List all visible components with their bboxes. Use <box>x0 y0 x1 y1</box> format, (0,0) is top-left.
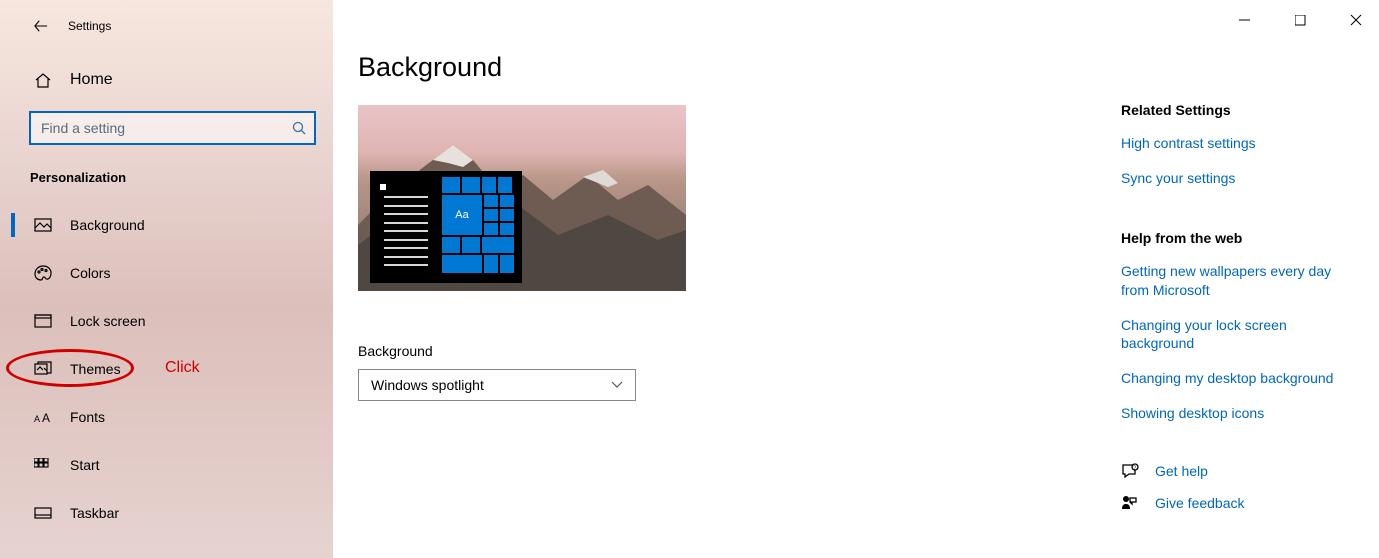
sidebar-item-taskbar[interactable]: Taskbar <box>0 489 333 537</box>
main-content: Background A <box>333 0 1379 558</box>
background-preview: Aa <box>358 105 686 291</box>
preview-tile-aa: Aa <box>442 195 482 235</box>
close-button[interactable] <box>1339 8 1373 32</box>
sidebar-nav: Background Colors Lock screen Themes <box>0 201 333 537</box>
home-label: Home <box>70 71 113 89</box>
lockscreen-icon <box>34 314 52 328</box>
nav-label: Themes <box>70 361 121 377</box>
sidebar-item-fonts[interactable]: AA Fonts <box>0 393 333 441</box>
related-heading: Related Settings <box>1121 102 1351 118</box>
link-give-feedback[interactable]: Give feedback <box>1155 495 1245 511</box>
sidebar-item-colors[interactable]: Colors <box>0 249 333 297</box>
svg-text:?: ? <box>1133 466 1136 472</box>
background-dropdown[interactable]: Windows spotlight <box>358 369 636 401</box>
svg-text:A: A <box>42 411 50 424</box>
link-lockscreen-bg[interactable]: Changing your lock screen background <box>1121 316 1351 354</box>
chevron-down-icon <box>611 381 623 389</box>
palette-icon <box>34 265 52 281</box>
right-panel: Related Settings High contrast settings … <box>1121 102 1351 511</box>
home-icon <box>34 72 52 88</box>
nav-label: Fonts <box>70 409 105 425</box>
start-menu-preview: Aa <box>370 171 522 283</box>
nav-label: Start <box>70 457 100 473</box>
feedback-icon <box>1121 495 1137 511</box>
page-title: Background <box>358 52 1354 83</box>
sidebar-item-background[interactable]: Background <box>0 201 333 249</box>
svg-text:A: A <box>34 414 40 424</box>
nav-label: Lock screen <box>70 313 145 329</box>
themes-icon <box>34 361 52 377</box>
link-high-contrast[interactable]: High contrast settings <box>1121 134 1351 153</box>
link-wallpapers[interactable]: Getting new wallpapers every day from Mi… <box>1121 262 1351 300</box>
annotation-text: Click <box>165 359 200 377</box>
help-heading: Help from the web <box>1121 230 1351 246</box>
fonts-icon: AA <box>34 410 52 424</box>
window-controls <box>1227 8 1373 32</box>
nav-label: Colors <box>70 265 110 281</box>
picture-icon <box>34 218 52 232</box>
back-icon[interactable] <box>34 19 48 33</box>
sidebar: Settings Home Personalization Background <box>0 0 333 558</box>
sidebar-item-start[interactable]: Start <box>0 441 333 489</box>
maximize-button[interactable] <box>1283 8 1317 32</box>
sidebar-item-lockscreen[interactable]: Lock screen <box>0 297 333 345</box>
sidebar-home[interactable]: Home <box>0 57 333 103</box>
nav-label: Taskbar <box>70 505 119 521</box>
sidebar-item-themes[interactable]: Themes Click <box>0 345 333 393</box>
link-get-help[interactable]: Get help <box>1155 463 1208 479</box>
minimize-button[interactable] <box>1227 8 1261 32</box>
section-heading: Personalization <box>0 144 333 193</box>
link-sync-settings[interactable]: Sync your settings <box>1121 169 1351 188</box>
help-icon: ? <box>1121 463 1137 479</box>
nav-label: Background <box>70 217 145 233</box>
link-desktop-bg[interactable]: Changing my desktop background <box>1121 369 1351 388</box>
settings-title: Settings <box>68 19 111 33</box>
search-input-wrapper[interactable] <box>30 112 315 144</box>
search-input[interactable] <box>41 120 292 136</box>
taskbar-icon <box>34 507 52 519</box>
search-icon <box>292 121 306 135</box>
dropdown-value: Windows spotlight <box>371 377 484 393</box>
start-icon <box>34 458 52 472</box>
link-desktop-icons[interactable]: Showing desktop icons <box>1121 404 1351 423</box>
